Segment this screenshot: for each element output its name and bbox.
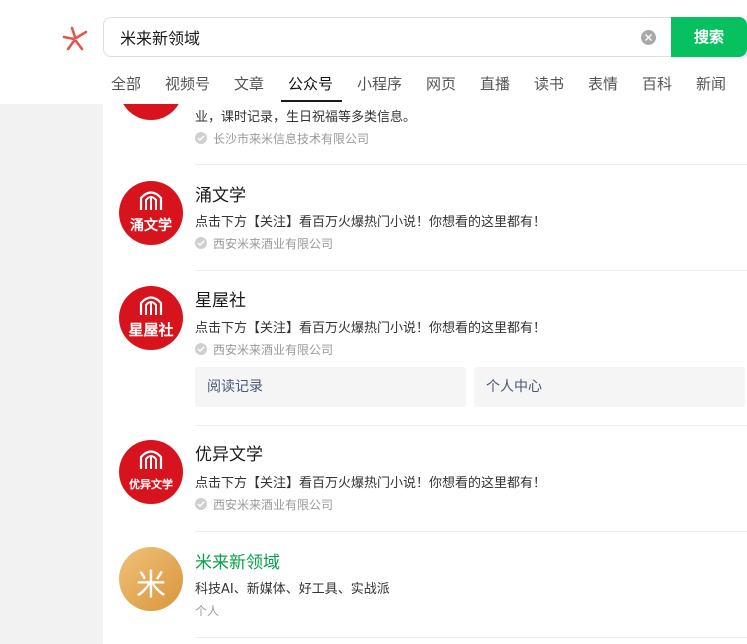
- verified-icon: [195, 498, 207, 510]
- result-item[interactable]: 米 米来新领域 科技AI、新媒体、好工具、实战派 个人: [103, 532, 747, 644]
- clear-icon[interactable]: [641, 30, 656, 45]
- search-logo-icon: [62, 26, 88, 51]
- account-owner-text: 西安米来酒业有限公司: [213, 343, 334, 357]
- result-item[interactable]: 涌文学 涌文学 点击下方【关注】看百万火爆热门小说！你想看的这里都有！ 西安米来…: [103, 165, 747, 271]
- account-avatar: [119, 104, 183, 120]
- account-owner-text: 西安米来酒业有限公司: [213, 498, 334, 512]
- search-input[interactable]: [120, 18, 620, 56]
- search-box: [103, 17, 671, 57]
- tab-books[interactable]: 读书: [534, 66, 564, 102]
- account-avatar: 优异文学: [119, 440, 183, 504]
- tab-encyclopedia[interactable]: 百科: [642, 66, 672, 102]
- tab-news[interactable]: 新闻: [696, 66, 726, 102]
- gate-logo-icon: [139, 191, 163, 210]
- tab-web[interactable]: 网页: [426, 66, 456, 102]
- account-description: 业，课时记录，生日祝福等多类信息。: [195, 110, 417, 125]
- search-button[interactable]: 搜索: [671, 17, 747, 57]
- gate-logo-icon: [139, 450, 163, 469]
- account-name[interactable]: 优异文学: [195, 440, 263, 465]
- account-description: 点击下方【关注】看百万火爆热门小说！你想看的这里都有！: [195, 321, 547, 336]
- tab-all[interactable]: 全部: [111, 66, 141, 102]
- avatar-text: 涌文学: [130, 218, 172, 234]
- verified-icon: [195, 237, 207, 249]
- menu-personal-center-button[interactable]: 个人中心: [474, 367, 745, 407]
- avatar-text: 米: [136, 568, 166, 603]
- account-name[interactable]: 星屋社: [195, 286, 246, 311]
- search-header: 搜索 全部 视频号 文章 公众号 小程序 网页 直播 读书 表情 百科 新闻: [0, 0, 747, 104]
- result-item[interactable]: 业，课时记录，生日祝福等多类信息。 长沙市来米信息技术有限公司: [103, 104, 747, 165]
- left-gray-panel: [0, 104, 103, 644]
- tab-official-accounts[interactable]: 公众号: [288, 66, 333, 102]
- active-tab-indicator: [281, 100, 342, 102]
- account-owner: 西安米来酒业有限公司: [195, 235, 333, 252]
- results-list: 业，课时记录，生日祝福等多类信息。 长沙市来米信息技术有限公司 涌文学 涌文学 …: [103, 104, 747, 644]
- account-owner-text: 长沙市来米信息技术有限公司: [213, 132, 370, 146]
- account-name[interactable]: 涌文学: [195, 181, 246, 206]
- result-item[interactable]: 星屋社 星屋社 点击下方【关注】看百万火爆热门小说！你想看的这里都有！ 西安米来…: [103, 271, 747, 426]
- tab-mini-programs[interactable]: 小程序: [357, 66, 402, 102]
- account-owner: 个人: [195, 602, 219, 619]
- verified-icon: [195, 132, 207, 144]
- divider: [195, 637, 747, 638]
- account-owner: 西安米来酒业有限公司: [195, 496, 333, 513]
- verified-icon: [195, 343, 207, 355]
- account-name[interactable]: 米来新领域: [195, 548, 280, 573]
- account-avatar: 星屋社: [119, 286, 183, 350]
- avatar-text: 优异文学: [129, 478, 173, 491]
- account-description: 点击下方【关注】看百万火爆热门小说！你想看的这里都有！: [195, 476, 547, 491]
- account-avatar: 涌文学: [119, 181, 183, 245]
- account-owner: 长沙市来米信息技术有限公司: [195, 130, 369, 147]
- tab-channels[interactable]: 视频号: [165, 66, 210, 102]
- tab-live[interactable]: 直播: [480, 66, 510, 102]
- tab-articles[interactable]: 文章: [234, 66, 264, 102]
- menu-reading-history-button[interactable]: 阅读记录: [195, 367, 466, 407]
- account-owner-text: 个人: [195, 604, 220, 618]
- avatar-text: 星屋社: [128, 321, 174, 339]
- account-avatar: 米: [119, 547, 183, 611]
- gate-logo-icon: [139, 296, 163, 315]
- result-item[interactable]: 优异文学 优异文学 点击下方【关注】看百万火爆热门小说！你想看的这里都有！ 西安…: [103, 426, 747, 532]
- tab-stickers[interactable]: 表情: [588, 66, 618, 102]
- account-owner: 西安米来酒业有限公司: [195, 341, 333, 358]
- account-description: 点击下方【关注】看百万火爆热门小说！你想看的这里都有！: [195, 215, 547, 230]
- account-description: 科技AI、新媒体、好工具、实战派: [195, 582, 390, 597]
- account-owner-text: 西安米来酒业有限公司: [213, 237, 334, 251]
